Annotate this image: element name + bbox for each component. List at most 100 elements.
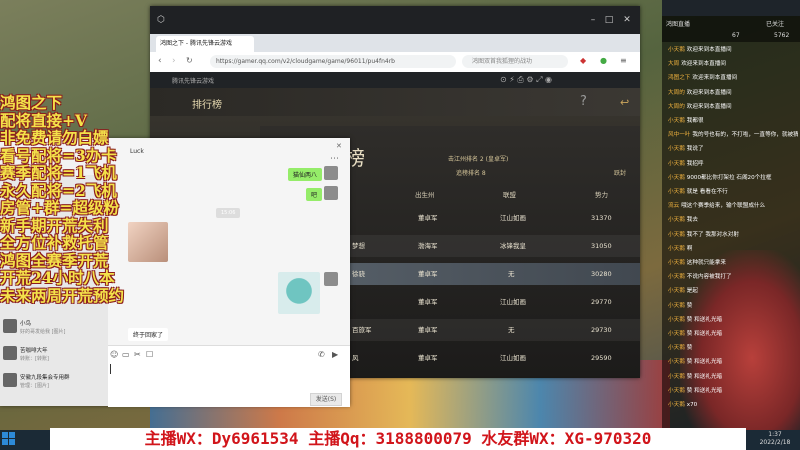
danmaku-user[interactable]: 小天鹅 xyxy=(668,388,685,394)
danmaku-user[interactable]: 小天鹅 xyxy=(668,260,685,266)
promo-line: 房管+群=超级粉 xyxy=(0,198,119,217)
danmaku-user[interactable]: 小天鹅 xyxy=(668,175,685,181)
toolbar-icons[interactable]: ⊙ ⚡ ⎙ ⚙ ⤢ ◉ xyxy=(500,75,552,85)
back-icon[interactable]: ‹ xyxy=(158,56,162,66)
extension-icon[interactable]: ● xyxy=(600,56,607,65)
url-input[interactable]: https://gamer.qq.com/v2/cloudgame/game/9… xyxy=(210,55,456,68)
danmaku-user[interactable]: 小天鹅 xyxy=(668,317,685,323)
danmaku-user[interactable]: 小天鹅 xyxy=(668,118,685,124)
danmaku-user[interactable]: 小天鹅 xyxy=(668,359,685,365)
danmaku-user[interactable]: 小天鹅 xyxy=(668,189,685,195)
scissors-icon[interactable]: ✂ xyxy=(134,350,141,359)
contact-item[interactable]: 苦咖啡大年 转账：[转账] xyxy=(0,342,108,366)
clock-time: 1:37 xyxy=(768,431,782,438)
message-bubble: 吧 xyxy=(306,188,323,201)
fan-count: 5762 xyxy=(774,32,790,39)
danmaku-item: 小天鹅赞 和送礼光暗 xyxy=(668,330,798,338)
subtab-3[interactable]: 跃封 xyxy=(614,168,626,177)
danmaku-item: 小天鹅 x70 xyxy=(668,401,798,409)
more-icon[interactable]: ⋯ xyxy=(330,154,339,164)
promo-line: 非免费请勿白嫖 xyxy=(0,128,109,147)
danmaku-user[interactable]: 小天鹅 xyxy=(668,274,685,280)
game-toolbar: 腾讯先锋云游戏 ⊙ ⚡ ⎙ ⚙ ⤢ ◉ xyxy=(150,72,640,88)
danmaku-user[interactable]: 小天鹅 xyxy=(668,288,685,294)
danmaku-text: 这种就只能拿来 xyxy=(686,260,726,266)
menu-icon[interactable]: ≡ xyxy=(620,56,627,65)
danmaku-text: 欢迎来到本直播间 xyxy=(686,103,732,110)
danmaku-item: 大周 欢迎来到本直播间 xyxy=(668,60,798,68)
danmaku-user[interactable]: 小天鹅 xyxy=(668,402,685,408)
extension-icon[interactable]: ◆ xyxy=(580,56,586,65)
row-alliance: 冰锋我皇 xyxy=(500,242,526,250)
close-icon[interactable]: ✕ xyxy=(336,142,342,150)
avatar xyxy=(324,186,338,200)
promo-line: 永久配将=2飞机 xyxy=(0,180,117,200)
danmaku-user[interactable]: 风中一叶 xyxy=(668,132,690,138)
follow-button[interactable]: 已关注 xyxy=(766,19,784,28)
danmaku-user[interactable]: 小天鹅 xyxy=(668,331,685,337)
row-state: 董卓军 xyxy=(418,354,438,362)
danmaku-user[interactable]: 大周的 xyxy=(668,104,685,110)
contact-item[interactable]: 小鸟 好的哥发给我 [图片] xyxy=(0,315,108,339)
send-button[interactable]: 发送(S) xyxy=(310,393,342,406)
row-power: 30280 xyxy=(591,270,612,278)
promo-line: 开荒24小时八本 xyxy=(0,268,115,287)
danmaku-text: 啊 xyxy=(686,245,693,252)
danmaku-user[interactable]: 小天鹅 xyxy=(668,246,685,252)
message-bubble: 猫仙两八 xyxy=(288,168,323,181)
taskbar-clock[interactable]: 1:37 2022/2/18 xyxy=(752,431,798,447)
danmaku-item: 小天鹅 我招呼 xyxy=(668,160,798,168)
rank-title: 排行榜 xyxy=(192,100,222,111)
danmaku-user[interactable]: 小天鹅 xyxy=(668,146,685,152)
forward-icon[interactable]: › xyxy=(172,56,176,66)
danmaku-user[interactable]: 小天鹅 xyxy=(668,374,685,380)
danmaku-user[interactable]: 小天鹅 xyxy=(668,47,685,53)
emoji-icon[interactable]: ☺ xyxy=(110,350,118,359)
danmaku-user[interactable]: 小天鹅 xyxy=(668,232,685,238)
danmaku-user[interactable]: 小天鹅 xyxy=(668,217,685,223)
subtab-1[interactable]: 击江州排名 2 (皇卓军) xyxy=(448,154,508,163)
search-input[interactable]: 鸿图双首我狐狸的战功 xyxy=(462,55,568,68)
contact-preview: 转账：[转账] xyxy=(20,356,49,362)
row-state: 渤海军 xyxy=(418,242,438,250)
promo-line: 看号配将=3办卡 xyxy=(0,145,117,165)
danmaku-item: 小天鹅 我都很 xyxy=(668,117,798,125)
folder-icon[interactable]: ▭ xyxy=(122,350,130,359)
contact-item[interactable]: 安徽九段集会专用群 管理：[图片] xyxy=(0,369,108,393)
chat-history-icon[interactable]: ☐ xyxy=(146,350,153,359)
close-icon[interactable]: ✕ xyxy=(622,15,632,25)
text-caret xyxy=(110,364,111,374)
minimize-icon[interactable]: – xyxy=(588,15,598,25)
danmaku-item: 小天鹅 我说了 xyxy=(668,145,798,153)
squirtle-sticker-image[interactable] xyxy=(278,272,320,314)
avatar xyxy=(3,346,17,360)
row-power: 29590 xyxy=(591,354,612,362)
danmaku-text: 不说内容被我打了 xyxy=(686,274,732,281)
clock-date: 2022/2/18 xyxy=(759,439,791,446)
danmaku-user[interactable]: 大周 xyxy=(668,61,679,67)
danmaku-text: 我都很 xyxy=(686,118,704,124)
danmaku-user[interactable]: 鸿图之下 xyxy=(668,75,690,81)
browser-tab[interactable]: 鸿图之下 - 腾讯先锋云游戏 xyxy=(156,36,254,52)
back-emblem-icon[interactable]: ↩ xyxy=(620,96,629,109)
danmaku-user[interactable]: 小天鹅 xyxy=(668,161,685,167)
maximize-icon[interactable]: □ xyxy=(604,15,614,25)
reload-icon[interactable]: ↻ xyxy=(186,56,193,65)
danmaku-text: 就是 看看在不行 xyxy=(686,189,728,195)
danmaku-user[interactable]: 小天鹅 xyxy=(668,303,685,309)
danmaku-user[interactable]: 小天鹅 xyxy=(668,345,685,351)
row-state: 董卓军 xyxy=(418,326,438,334)
danmaku-text: 赞 和送礼光暗 xyxy=(686,316,723,323)
avatar xyxy=(3,319,17,333)
windows-start-icon[interactable] xyxy=(2,432,16,446)
video-icon[interactable]: ▶ xyxy=(332,350,338,359)
avatar xyxy=(324,272,338,286)
danmaku-user[interactable]: 大周的 xyxy=(668,90,685,96)
danmaku-user[interactable]: 流云 xyxy=(668,203,679,209)
subtab-2[interactable]: 追榜排名 8 xyxy=(456,168,486,177)
viewer-count: 67 xyxy=(732,32,740,39)
help-icon[interactable]: ? xyxy=(580,94,587,109)
danmaku-item: 流云 哦这个赛季给来，输个联盟成什么 xyxy=(668,202,798,210)
phone-icon[interactable]: ✆ xyxy=(318,350,325,359)
danmaku-text: 赞 和送礼光暗 xyxy=(686,331,723,337)
